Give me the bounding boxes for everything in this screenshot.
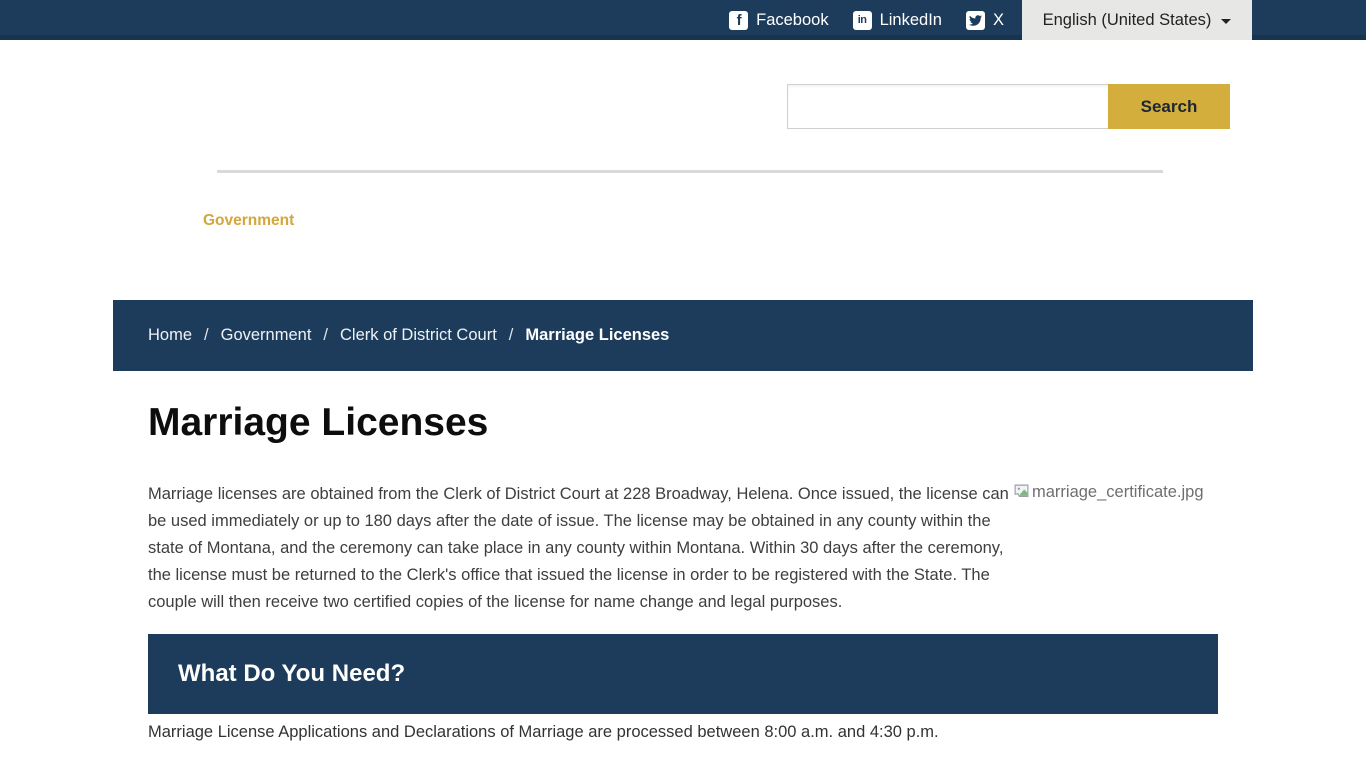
section-header-bar: What Do You Need? (148, 634, 1218, 714)
facebook-icon: f (729, 11, 748, 30)
section-header-title: What Do You Need? (178, 660, 405, 688)
broken-image-alt: marriage_certificate.jpg (1013, 481, 1218, 503)
x-twitter-link[interactable]: X (966, 11, 1004, 30)
linkedin-link[interactable]: in LinkedIn (853, 11, 942, 30)
breadcrumb-government[interactable]: Government (221, 326, 312, 345)
linkedin-label: LinkedIn (880, 11, 942, 30)
broken-image-placeholder: marriage_certificate.jpg (1013, 481, 1218, 563)
breadcrumb-clerk-of-district-court[interactable]: Clerk of District Court (340, 326, 497, 345)
header-divider (217, 170, 1163, 173)
broken-image-alt-text: marriage_certificate.jpg (1032, 481, 1204, 503)
breadcrumb: Home / Government / Clerk of District Co… (113, 300, 1253, 371)
linkedin-icon: in (853, 11, 872, 30)
chevron-down-icon (1221, 19, 1231, 24)
twitter-bird-icon (966, 11, 985, 30)
breadcrumb-separator: / (509, 326, 514, 345)
section-text: Marriage License Applications and Declar… (148, 723, 1218, 742)
topbar-content: f Facebook in LinkedIn X English (United… (729, 0, 1252, 40)
breadcrumb-current-marriage-licenses: Marriage Licenses (525, 326, 669, 345)
language-selector-value: English (United States) (1043, 11, 1212, 30)
nav-item-government[interactable]: Government (203, 212, 294, 230)
intro-paragraph: marriage_certificate.jpg Marriage licens… (148, 481, 1218, 616)
breadcrumb-home[interactable]: Home (148, 326, 192, 345)
breadcrumb-separator: / (204, 326, 209, 345)
intro-text: Marriage licenses are obtained from the … (148, 485, 1009, 611)
top-utility-bar: f Facebook in LinkedIn X English (United… (0, 0, 1366, 40)
facebook-link[interactable]: f Facebook (729, 11, 828, 30)
social-links: f Facebook in LinkedIn X (729, 0, 1004, 40)
language-selector[interactable]: English (United States) (1022, 0, 1252, 40)
page: f Facebook in LinkedIn X English (United… (0, 0, 1366, 768)
search-button[interactable]: Search (1108, 84, 1230, 129)
broken-image-icon (1013, 483, 1030, 500)
facebook-label: Facebook (756, 11, 828, 30)
page-title: Marriage Licenses (148, 401, 488, 445)
search-input[interactable] (787, 84, 1108, 129)
breadcrumb-separator: / (323, 326, 328, 345)
x-label: X (993, 11, 1004, 30)
